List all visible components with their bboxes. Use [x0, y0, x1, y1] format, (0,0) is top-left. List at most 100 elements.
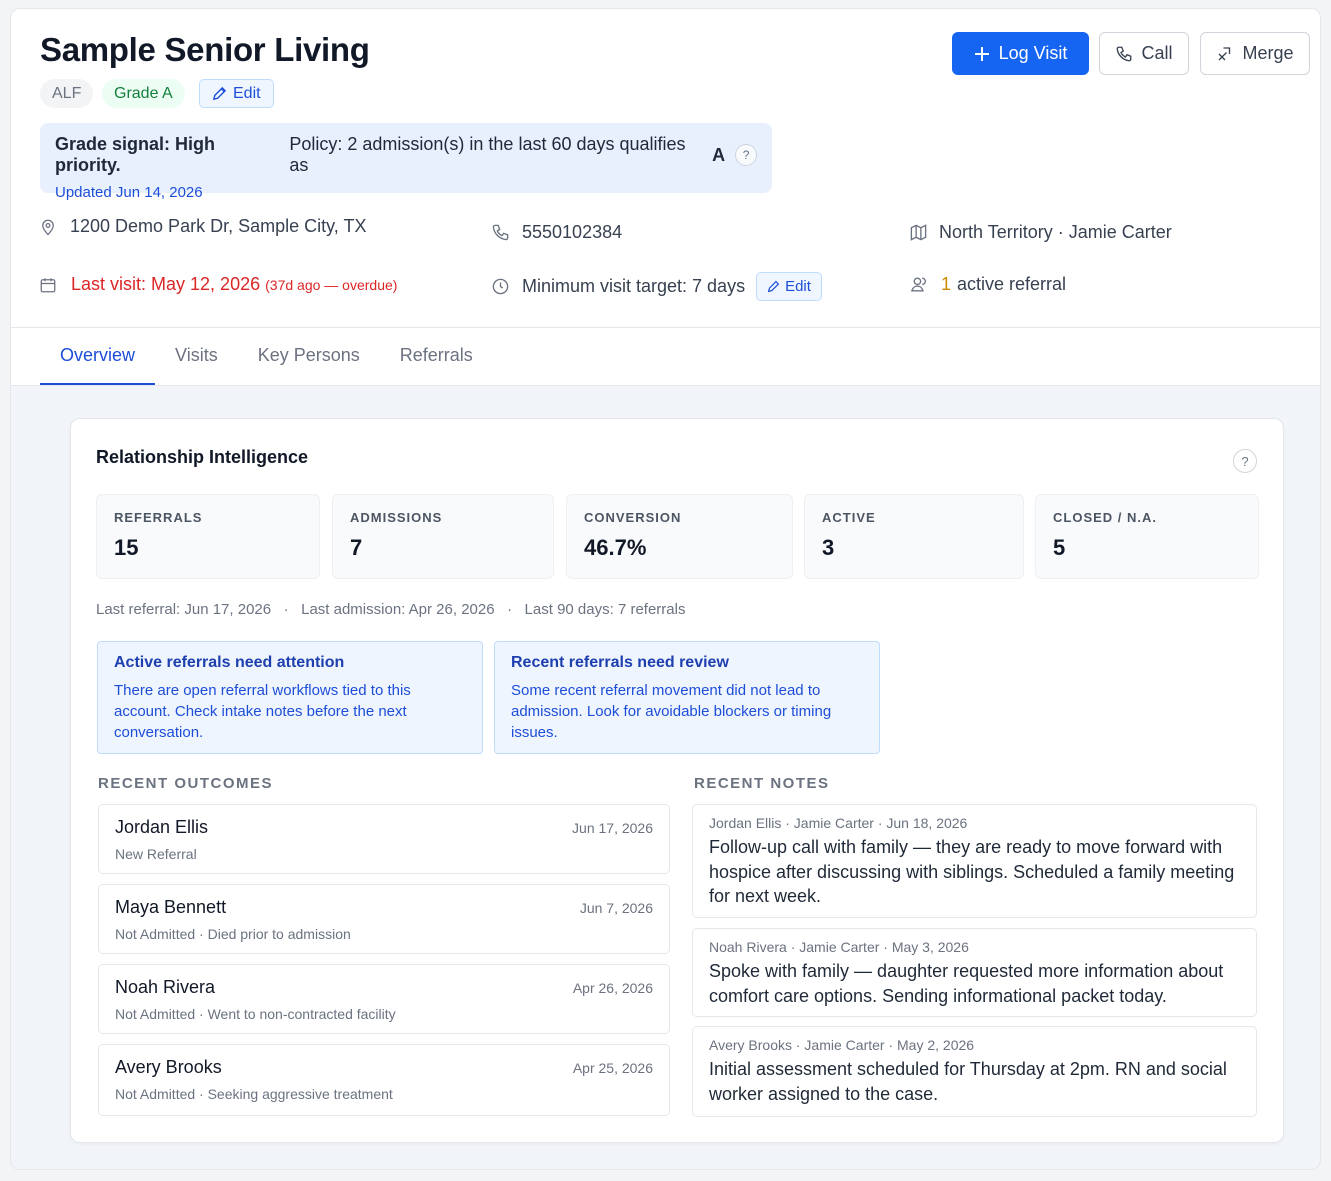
stat-label: ADMISSIONS	[350, 510, 443, 525]
stat-referrals: REFERRALS 15	[96, 494, 320, 579]
pencil-icon	[212, 86, 227, 101]
outcome-date: Jun 17, 2026	[572, 820, 653, 836]
log-visit-button[interactable]: Log Visit	[952, 32, 1089, 75]
stat-closed: CLOSED / N.A. 5	[1035, 494, 1259, 579]
outcome-status: New Referral	[115, 846, 197, 862]
note-meta: Jordan Ellis · Jamie Carter · Jun 18, 20…	[709, 815, 968, 831]
alert-recent-referrals: Recent referrals need review Some recent…	[494, 641, 880, 754]
address-row: 1200 Demo Park Dr, Sample City, TX	[39, 216, 366, 237]
phone-icon	[492, 224, 509, 241]
outcome-date: Apr 26, 2026	[572, 980, 653, 996]
edit-grade-label: Edit	[233, 85, 261, 102]
alert-title: Recent referrals need review	[511, 654, 729, 671]
grade-signal-banner: Grade signal: High priority. Policy: 2 a…	[40, 123, 772, 201]
grade-signal-updated: Updated Jun 14, 2026	[55, 184, 203, 201]
stat-label: CONVERSION	[584, 510, 682, 525]
tab-overview[interactable]: Overview	[40, 328, 156, 385]
phone-icon	[1117, 46, 1132, 61]
grade-signal-policy: Policy: 2 admission(s) in the last 60 da…	[289, 134, 686, 175]
tab-bar: Overview Visits Key Persons Referrals	[40, 328, 493, 385]
stat-value: 3	[822, 535, 835, 560]
tab-key-persons[interactable]: Key Persons	[238, 328, 380, 385]
grade-signal-letter: A	[712, 144, 726, 165]
type-badge: ALF	[40, 79, 94, 108]
visit-target-text: Minimum visit target: 7 days	[522, 276, 746, 296]
active-referral-row: 1 active referral	[909, 274, 1066, 295]
page-title: Sample Senior Living	[40, 31, 370, 68]
territory-text: North Territory · Jamie Carter	[939, 222, 1172, 242]
note-item[interactable]: Noah Rivera · Jamie Carter · May 3, 2026…	[692, 928, 1257, 1017]
last-visit-overdue: (37d ago — overdue)	[265, 276, 398, 293]
stat-label: ACTIVE	[822, 510, 876, 525]
outcome-status: Not Admitted · Died prior to admission	[115, 926, 351, 942]
edit-visit-target-button[interactable]: Edit	[756, 272, 822, 301]
active-referral-label: active referral	[957, 274, 1067, 294]
territory-row: North Territory · Jamie Carter	[909, 222, 1172, 243]
users-icon	[911, 277, 926, 292]
pencil-icon	[767, 280, 780, 293]
phone-row: 5550102384	[491, 222, 622, 243]
grade-badge: Grade A	[102, 79, 185, 108]
last-visit-row: Last visit: May 12, 2026 (37d ago — over…	[39, 274, 397, 295]
plus-icon	[974, 46, 989, 61]
outcome-row[interactable]: Jordan Ellis New Referral Jun 17, 2026	[98, 804, 670, 874]
outcome-status: Not Admitted · Went to non-contracted fa…	[115, 1006, 396, 1022]
outcome-date: Apr 25, 2026	[572, 1060, 653, 1076]
merge-label: Merge	[1242, 43, 1294, 63]
account-header: Sample Senior Living ALF Grade A Edit Lo…	[11, 9, 1320, 385]
tab-referrals[interactable]: Referrals	[380, 328, 493, 385]
alert-text: There are open referral workflows tied t…	[114, 682, 411, 741]
note-text: Spoke with family — daughter requested m…	[709, 961, 1224, 1006]
stat-value: 5	[1053, 535, 1066, 560]
outcome-row[interactable]: Maya Bennett Not Admitted · Died prior t…	[98, 884, 670, 954]
edit-visit-target-label: Edit	[785, 278, 811, 295]
alert-text: Some recent referral movement did not le…	[511, 682, 832, 741]
outcome-name: Maya Bennett	[115, 897, 227, 917]
stat-value: 7	[350, 535, 363, 560]
tab-visits[interactable]: Visits	[155, 328, 238, 385]
outcome-row[interactable]: Avery Brooks Not Admitted · Seeking aggr…	[98, 1044, 670, 1116]
visit-target-row: Minimum visit target: 7 days Edit	[491, 272, 822, 301]
outcome-row[interactable]: Noah Rivera Not Admitted · Went to non-c…	[98, 964, 670, 1034]
help-icon[interactable]: ?	[735, 144, 757, 166]
clock-icon	[492, 278, 509, 295]
recent-outcomes-heading: RECENT OUTCOMES	[98, 775, 274, 792]
stat-label: REFERRALS	[114, 510, 203, 525]
stat-conversion: CONVERSION 46.7%	[566, 494, 793, 579]
recent-notes-heading: RECENT NOTES	[694, 775, 830, 792]
stat-label: CLOSED / N.A.	[1053, 510, 1158, 525]
note-meta: Noah Rivera · Jamie Carter · May 3, 2026	[709, 939, 969, 955]
stat-admissions: ADMISSIONS 7	[332, 494, 554, 579]
last-visit-text: Last visit: May 12, 2026	[71, 274, 261, 294]
log-visit-label: Log Visit	[998, 43, 1068, 63]
outcome-date: Jun 7, 2026	[579, 900, 653, 916]
grade-signal-heading: Grade signal: High priority.	[55, 134, 216, 175]
note-item[interactable]: Jordan Ellis · Jamie Carter · Jun 18, 20…	[692, 804, 1257, 918]
map-pin-icon	[42, 219, 54, 235]
phone-text[interactable]: 5550102384	[522, 222, 622, 243]
note-item[interactable]: Avery Brooks · Jamie Carter · May 2, 202…	[692, 1026, 1257, 1117]
active-referral-count: 1	[941, 274, 952, 294]
tabs-divider	[11, 385, 1320, 386]
note-text: Follow-up call with family — they are re…	[709, 837, 1235, 906]
note-meta: Avery Brooks · Jamie Carter · May 2, 202…	[709, 1037, 975, 1053]
outcome-status: Not Admitted · Seeking aggressive treatm…	[115, 1086, 393, 1102]
merge-arrows-icon	[1219, 46, 1231, 60]
help-icon[interactable]: ?	[1233, 449, 1257, 473]
grade-signal-text: Grade signal: High priority. Policy: 2 a…	[55, 134, 757, 176]
call-label: Call	[1141, 43, 1173, 63]
address-text: 1200 Demo Park Dr, Sample City, TX	[70, 216, 367, 236]
alert-title: Active referrals need attention	[114, 654, 345, 671]
referral-meta: Last referral: Jun 17, 2026 · Last admis…	[96, 601, 686, 618]
stat-active: ACTIVE 3	[804, 494, 1024, 579]
alert-active-referrals: Active referrals need attention There ar…	[97, 641, 483, 754]
relationship-intelligence-card: Relationship Intelligence ? REFERRALS 15…	[70, 418, 1284, 1143]
call-button[interactable]: Call	[1099, 32, 1189, 75]
note-text: Initial assessment scheduled for Thursda…	[709, 1059, 1227, 1104]
calendar-icon	[40, 277, 56, 292]
edit-grade-button[interactable]: Edit	[199, 79, 274, 108]
merge-button[interactable]: Merge	[1200, 32, 1310, 75]
stat-value: 15	[114, 535, 139, 560]
account-detail-page: Sample Senior Living ALF Grade A Edit Lo…	[10, 8, 1321, 1170]
map-icon	[910, 224, 927, 241]
